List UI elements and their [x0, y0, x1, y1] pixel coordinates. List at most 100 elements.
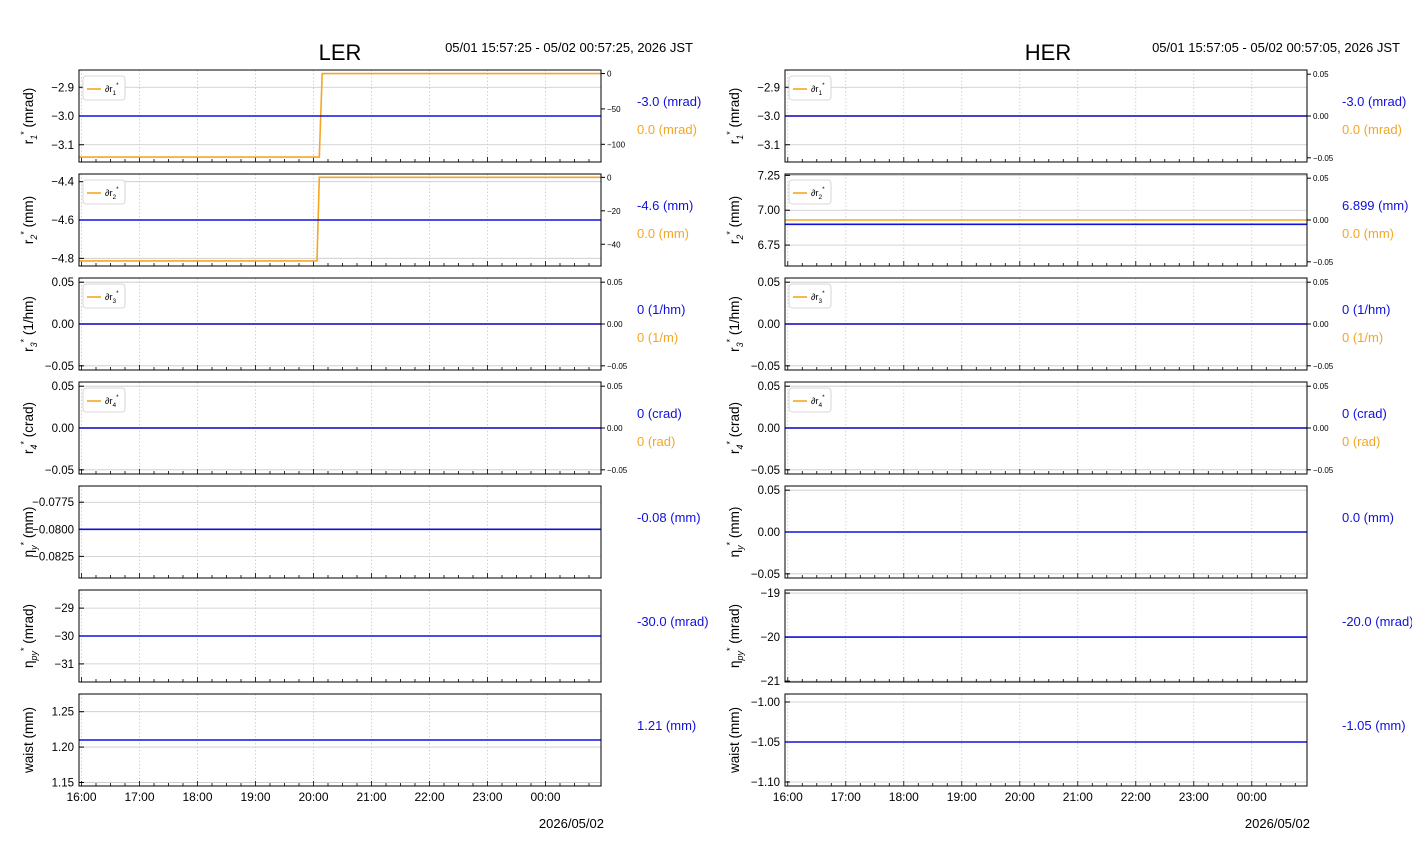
y-tick-label: −1.00	[751, 697, 780, 709]
legend: ∂r2*	[82, 179, 126, 205]
y-tick-label: −21	[760, 676, 780, 688]
value-readout-delta: 0.0 (mm)	[637, 226, 689, 241]
y2-tick-label: −0.05	[607, 466, 628, 475]
subplot-5: −0.0825−0.0800−0.0775ηy* (mm) -0.08 (mm)	[19, 485, 701, 579]
value-readout-delta: 0.0 (mrad)	[1342, 122, 1402, 137]
y-tick-label: −0.0800	[32, 524, 74, 536]
y2-tick-label: 0.00	[1313, 424, 1329, 433]
date-label: 2026/05/02	[539, 816, 604, 831]
y2-tick-label: 0.05	[607, 382, 623, 391]
y-tick-label: −4.8	[51, 253, 74, 265]
y-axis-label: ηpy* (mrad)	[19, 604, 39, 668]
value-readout-main: 0.0 (mm)	[1342, 510, 1394, 525]
legend: ∂r4*	[82, 387, 126, 413]
subplot-2: −4.8 −4.6 −4.4 −40 −20 0 ∂r2* r2* (mm) -4.6 (mm)…	[19, 173, 693, 267]
y2-tick-label: 0.00	[1313, 320, 1329, 329]
y-tick-label: 0.00	[758, 423, 780, 435]
y-tick-label: 1.20	[52, 742, 74, 754]
y-tick-label: −0.0775	[32, 497, 74, 509]
y-axis-label: waist (mm)	[21, 707, 36, 774]
y-tick-label: −30	[54, 631, 74, 643]
x-tick-label: 21:00	[356, 790, 386, 804]
y-tick-label: −3.1	[51, 140, 74, 152]
y2-tick-label: −50	[607, 105, 621, 114]
y-tick-label: −1.05	[751, 737, 780, 749]
y2-tick-label: −0.05	[1313, 258, 1334, 267]
y-axis-label: r2* (mm)	[19, 196, 39, 244]
y-tick-label: −0.05	[45, 465, 74, 477]
time-range-label: 05/01 15:57:05 - 05/02 00:57:05, 2026 JS…	[1152, 40, 1400, 55]
y-tick-label: −3.1	[757, 140, 780, 152]
y-tick-label: −4.4	[51, 177, 74, 189]
y-tick-label: 0.00	[758, 527, 780, 539]
subplot-4: −0.05 0.00 0.05 −0.05 0.00 0.05 ∂r4* r4* (crad)…	[19, 381, 682, 477]
y2-tick-label: −0.05	[1313, 362, 1334, 371]
x-tick-label: 19:00	[240, 790, 270, 804]
y2-tick-label: 0	[607, 70, 612, 79]
y-tick-label: −0.05	[751, 361, 780, 373]
legend-box	[788, 179, 832, 205]
y-tick-label: −3.0	[51, 111, 74, 123]
y-tick-label: −0.05	[751, 465, 780, 477]
value-readout-main: 0 (crad)	[1342, 406, 1387, 421]
y2-tick-label: 0.00	[1313, 216, 1329, 225]
value-readout-main: 0 (1/hm)	[637, 302, 685, 317]
y-tick-label: 0.05	[758, 381, 780, 393]
value-readout-main: -4.6 (mm)	[637, 198, 693, 213]
y-tick-label: 0.05	[758, 485, 780, 497]
y-tick-label: −19	[760, 588, 780, 600]
legend-box	[788, 75, 832, 101]
x-tick-label: 00:00	[530, 790, 560, 804]
y-tick-label: 0.00	[758, 319, 780, 331]
figure-canvas: LER 05/01 15:57:25 - 05/02 00:57:25, 2026…	[19, 40, 1412, 831]
subplot-6: −21 −20 −19 ηpy* (mrad) -20.0 (mrad)	[725, 588, 1412, 688]
value-readout-main: -20.0 (mrad)	[1342, 614, 1412, 629]
legend: ∂r1*	[788, 75, 832, 101]
y-tick-label: −4.6	[51, 215, 74, 227]
value-readout-main: -0.08 (mm)	[637, 510, 701, 525]
panel-title: HER	[1025, 40, 1071, 65]
x-tick-label: 20:00	[298, 790, 328, 804]
x-tick-label: 23:00	[472, 790, 502, 804]
y2-tick-label: −100	[607, 140, 626, 149]
value-readout-delta: 0.0 (mm)	[1342, 226, 1394, 241]
legend: ∂r4*	[788, 387, 832, 413]
value-readout-delta: 0.0 (mrad)	[637, 122, 697, 137]
value-readout-delta: 0 (rad)	[637, 434, 675, 449]
y-tick-label: 0.00	[52, 423, 74, 435]
y-tick-label: 0.05	[52, 277, 74, 289]
x-tick-label: 18:00	[889, 790, 919, 804]
value-readout-delta: 0 (1/m)	[637, 330, 678, 345]
y2-tick-label: −20	[607, 207, 621, 216]
x-tick-label: 00:00	[1237, 790, 1267, 804]
y-tick-label: 0.05	[758, 277, 780, 289]
value-readout-main: 1.21 (mm)	[637, 718, 696, 733]
y-tick-label: −2.9	[757, 82, 780, 94]
y2-tick-label: 0.00	[1313, 112, 1329, 121]
y-tick-label: −3.0	[757, 111, 780, 123]
axes-frame	[78, 485, 602, 579]
y-tick-label: 1.15	[52, 777, 74, 789]
y2-tick-label: −40	[607, 240, 621, 249]
subplot-2: 6.75 7.00 7.25 −0.05 0.00 0.05 ∂r2* r2* (mm) 6.8…	[725, 170, 1408, 266]
y-axis-label: r3* (1/hm)	[19, 296, 39, 352]
value-readout-main: 0 (crad)	[637, 406, 682, 421]
y2-tick-label: 0.00	[607, 424, 623, 433]
legend: ∂r2*	[788, 179, 832, 205]
panel-title: LER	[319, 40, 362, 65]
legend-box	[82, 387, 126, 413]
x-tick-label: 16:00	[773, 790, 803, 804]
y-tick-label: 0.05	[52, 381, 74, 393]
x-tick-label: 19:00	[947, 790, 977, 804]
x-tick-label: 17:00	[831, 790, 861, 804]
subplot-5: −0.05 0.00 0.05 ηy* (mm) 0.0 (mm)	[725, 485, 1394, 581]
y2-tick-label: −0.05	[607, 362, 628, 371]
x-tick-label: 20:00	[1005, 790, 1035, 804]
y-axis-label: ηpy* (mrad)	[725, 604, 745, 668]
time-range-label: 05/01 15:57:25 - 05/02 00:57:25, 2026 JS…	[445, 40, 693, 55]
x-tick-label: 23:00	[1179, 790, 1209, 804]
value-readout-main: -1.05 (mm)	[1342, 718, 1406, 733]
legend-box	[82, 179, 126, 205]
x-tick-label: 22:00	[414, 790, 444, 804]
y-tick-label: 1.25	[52, 707, 74, 719]
